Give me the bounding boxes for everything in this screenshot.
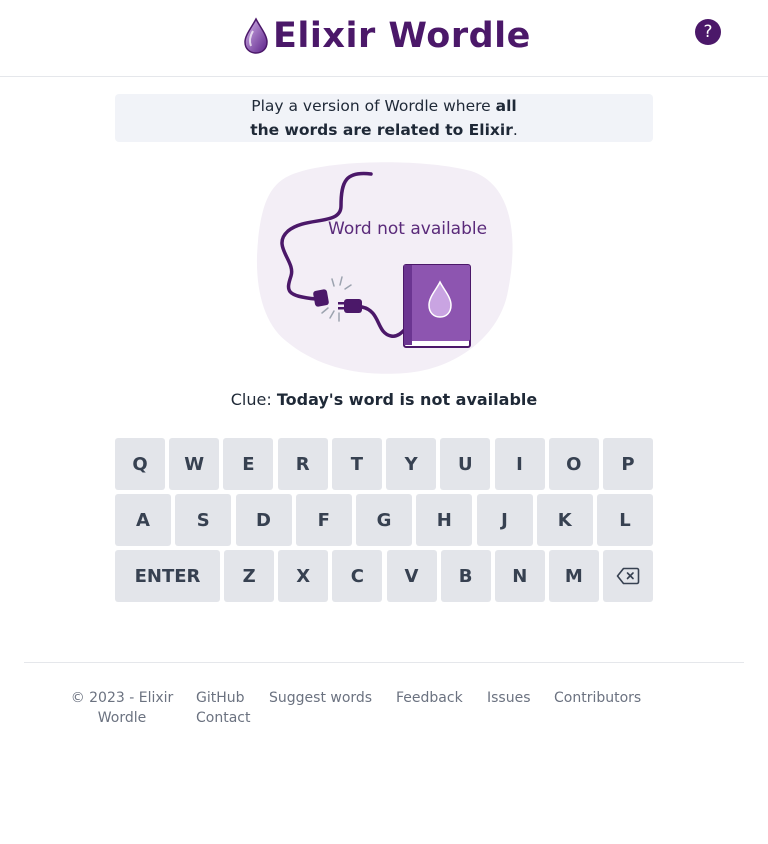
keyboard-row-3: ENTER Z X C V B N M — [115, 550, 653, 602]
key-s[interactable]: S — [175, 494, 232, 546]
key-g[interactable]: G — [356, 494, 412, 546]
intro-text: Play a version of Wordle where — [251, 97, 496, 115]
keyboard-row-2: A S D F G H J K L — [115, 494, 653, 546]
key-p[interactable]: P — [602, 438, 653, 490]
footer-link-suggest-words[interactable]: Suggest words — [269, 688, 372, 708]
key-h[interactable]: H — [416, 494, 473, 546]
key-backspace[interactable] — [603, 550, 653, 602]
key-j[interactable]: J — [476, 494, 533, 546]
help-icon: ? — [703, 21, 713, 42]
key-i[interactable]: I — [494, 438, 545, 490]
key-z[interactable]: Z — [224, 550, 275, 602]
key-k[interactable]: K — [536, 494, 593, 546]
keyboard-row-1: Q W E R T Y U I O P — [115, 438, 653, 490]
key-c[interactable]: C — [332, 550, 383, 602]
elixir-drop-icon — [244, 17, 268, 54]
intro-banner: Play a version of Wordle where all the w… — [115, 94, 653, 142]
intro-end: . — [512, 121, 518, 139]
key-q[interactable]: Q — [115, 438, 165, 490]
backspace-icon — [616, 567, 640, 585]
key-n[interactable]: N — [494, 550, 545, 602]
on-screen-keyboard: Q W E R T Y U I O P A S D F G H J K L EN… — [115, 438, 653, 606]
clue-label: Clue: — [230, 390, 277, 409]
word-unavailable-message: Word not available — [328, 219, 488, 239]
app-logo[interactable]: Elixir Wordle — [243, 14, 531, 58]
help-button[interactable]: ? — [695, 19, 721, 45]
key-l[interactable]: L — [597, 494, 653, 546]
key-b[interactable]: B — [440, 550, 491, 602]
key-m[interactable]: M — [548, 550, 599, 602]
footer-link-feedback[interactable]: Feedback — [396, 688, 463, 708]
key-w[interactable]: W — [169, 438, 220, 490]
copyright-text: © 2023 - Elixir Wordle — [70, 690, 174, 726]
key-f[interactable]: F — [295, 494, 352, 546]
key-o[interactable]: O — [548, 438, 599, 490]
key-a[interactable]: A — [115, 494, 171, 546]
key-u[interactable]: U — [440, 438, 491, 490]
key-v[interactable]: V — [386, 550, 437, 602]
key-enter[interactable]: ENTER — [115, 550, 220, 602]
clue-line: Clue: Today's word is not available — [0, 390, 768, 409]
key-d[interactable]: D — [235, 494, 292, 546]
app-title: Elixir Wordle — [273, 16, 531, 56]
key-e[interactable]: E — [223, 438, 274, 490]
key-r[interactable]: R — [277, 438, 328, 490]
footer-link-contact[interactable]: Contact — [196, 708, 250, 728]
footer-link-github[interactable]: GitHub — [196, 688, 245, 708]
key-t[interactable]: T — [331, 438, 382, 490]
footer-link-contributors[interactable]: Contributors — [554, 688, 641, 708]
footer-link-issues[interactable]: Issues — [487, 688, 531, 708]
unplugged-book-illustration — [256, 162, 513, 374]
key-y[interactable]: Y — [386, 438, 437, 490]
clue-value: Today's word is not available — [276, 390, 538, 409]
top-header: Elixir Wordle ? — [0, 0, 768, 77]
footer-divider — [24, 662, 744, 663]
key-x[interactable]: X — [278, 550, 329, 602]
